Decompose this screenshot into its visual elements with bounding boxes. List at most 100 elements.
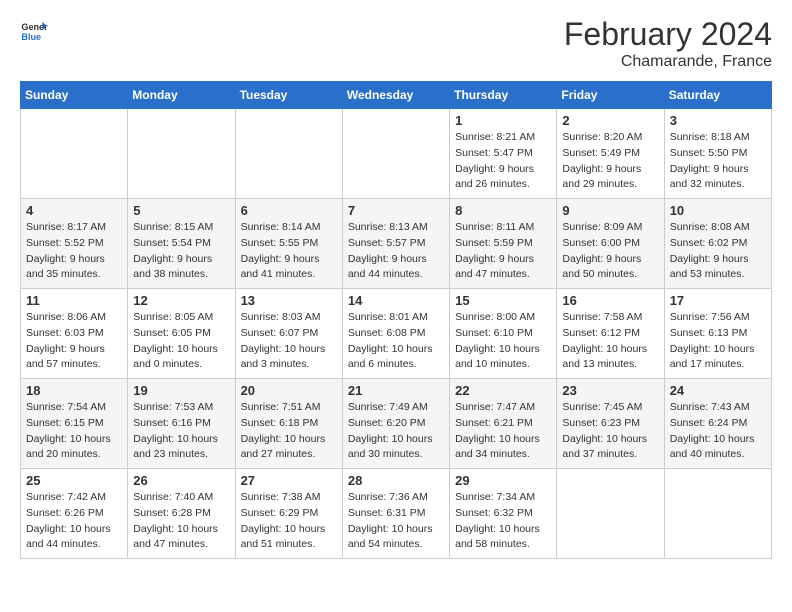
svg-text:Blue: Blue bbox=[21, 32, 41, 42]
calendar-cell: 10 Sunrise: 8:08 AMSunset: 6:02 PMDayligh… bbox=[664, 199, 771, 289]
logo: General Blue bbox=[20, 16, 48, 44]
day-number: 11 bbox=[26, 293, 122, 308]
calendar-cell: 16 Sunrise: 7:58 AMSunset: 6:12 PMDayligh… bbox=[557, 289, 664, 379]
day-info: Sunrise: 8:11 AMSunset: 5:59 PMDaylight:… bbox=[455, 220, 551, 283]
day-info: Sunrise: 8:17 AMSunset: 5:52 PMDaylight:… bbox=[26, 220, 122, 283]
day-info: Sunrise: 8:01 AMSunset: 6:08 PMDaylight:… bbox=[348, 310, 444, 373]
day-info: Sunrise: 7:43 AMSunset: 6:24 PMDaylight:… bbox=[670, 400, 766, 463]
day-info: Sunrise: 7:51 AMSunset: 6:18 PMDaylight:… bbox=[241, 400, 337, 463]
page-header: General Blue February 2024 Chamarande, F… bbox=[20, 16, 772, 71]
calendar-cell: 18 Sunrise: 7:54 AMSunset: 6:15 PMDayligh… bbox=[21, 379, 128, 469]
day-info: Sunrise: 7:49 AMSunset: 6:20 PMDaylight:… bbox=[348, 400, 444, 463]
day-info: Sunrise: 7:58 AMSunset: 6:12 PMDaylight:… bbox=[562, 310, 658, 373]
day-number: 22 bbox=[455, 383, 551, 398]
day-number: 25 bbox=[26, 473, 122, 488]
day-number: 21 bbox=[348, 383, 444, 398]
calendar-cell: 26 Sunrise: 7:40 AMSunset: 6:28 PMDayligh… bbox=[128, 469, 235, 559]
column-header-friday: Friday bbox=[557, 82, 664, 109]
day-info: Sunrise: 7:38 AMSunset: 6:29 PMDaylight:… bbox=[241, 490, 337, 553]
calendar-cell: 3Sunrise: 8:18 AMSunset: 5:50 PMDaylight… bbox=[664, 109, 771, 199]
calendar-cell bbox=[664, 469, 771, 559]
calendar-cell bbox=[128, 109, 235, 199]
day-number: 9 bbox=[562, 203, 658, 218]
day-number: 3 bbox=[670, 113, 766, 128]
day-info: Sunrise: 8:14 AMSunset: 5:55 PMDaylight:… bbox=[241, 220, 337, 283]
calendar-week-row: 25 Sunrise: 7:42 AMSunset: 6:26 PMDayligh… bbox=[21, 469, 772, 559]
calendar-cell bbox=[557, 469, 664, 559]
day-info: Sunrise: 8:06 AMSunset: 6:03 PMDaylight:… bbox=[26, 310, 122, 373]
page-subtitle: Chamarande, France bbox=[564, 53, 772, 71]
calendar-cell: 5 Sunrise: 8:15 AMSunset: 5:54 PMDaylight… bbox=[128, 199, 235, 289]
calendar-cell: 8 Sunrise: 8:11 AMSunset: 5:59 PMDaylight… bbox=[450, 199, 557, 289]
calendar-cell: 13 Sunrise: 8:03 AMSunset: 6:07 PMDayligh… bbox=[235, 289, 342, 379]
day-info: Sunrise: 7:53 AMSunset: 6:16 PMDaylight:… bbox=[133, 400, 229, 463]
day-number: 13 bbox=[241, 293, 337, 308]
day-number: 2 bbox=[562, 113, 658, 128]
calendar-week-row: 11 Sunrise: 8:06 AMSunset: 6:03 PMDayligh… bbox=[21, 289, 772, 379]
calendar-cell: 23 Sunrise: 7:45 AMSunset: 6:23 PMDayligh… bbox=[557, 379, 664, 469]
day-info: Sunrise: 8:09 AMSunset: 6:00 PMDaylight:… bbox=[562, 220, 658, 283]
day-number: 7 bbox=[348, 203, 444, 218]
day-number: 24 bbox=[670, 383, 766, 398]
calendar-cell: 29 Sunrise: 7:34 AMSunset: 6:32 PMDayligh… bbox=[450, 469, 557, 559]
day-info: Sunrise: 7:36 AMSunset: 6:31 PMDaylight:… bbox=[348, 490, 444, 553]
calendar-cell: 22Sunrise: 7:47 AMSunset: 6:21 PMDayligh… bbox=[450, 379, 557, 469]
day-number: 18 bbox=[26, 383, 122, 398]
day-number: 23 bbox=[562, 383, 658, 398]
calendar-cell: 7 Sunrise: 8:13 AMSunset: 5:57 PMDaylight… bbox=[342, 199, 449, 289]
day-info: Sunrise: 7:54 AMSunset: 6:15 PMDaylight:… bbox=[26, 400, 122, 463]
day-number: 5 bbox=[133, 203, 229, 218]
day-info: Sunrise: 8:08 AMSunset: 6:02 PMDaylight:… bbox=[670, 220, 766, 283]
day-info: Sunrise: 8:05 AMSunset: 6:05 PMDaylight:… bbox=[133, 310, 229, 373]
calendar-cell bbox=[21, 109, 128, 199]
day-number: 10 bbox=[670, 203, 766, 218]
calendar-cell: 1 Sunrise: 8:21 AMSunset: 5:47 PMDaylight… bbox=[450, 109, 557, 199]
day-number: 17 bbox=[670, 293, 766, 308]
day-number: 26 bbox=[133, 473, 229, 488]
day-number: 27 bbox=[241, 473, 337, 488]
calendar-cell: 25 Sunrise: 7:42 AMSunset: 6:26 PMDayligh… bbox=[21, 469, 128, 559]
day-info: Sunrise: 7:40 AMSunset: 6:28 PMDaylight:… bbox=[133, 490, 229, 553]
day-number: 1 bbox=[455, 113, 551, 128]
calendar-header-row: SundayMondayTuesdayWednesdayThursdayFrid… bbox=[21, 82, 772, 109]
day-number: 16 bbox=[562, 293, 658, 308]
calendar-cell: 27 Sunrise: 7:38 AMSunset: 6:29 PMDayligh… bbox=[235, 469, 342, 559]
calendar-table: SundayMondayTuesdayWednesdayThursdayFrid… bbox=[20, 81, 772, 559]
day-info: Sunrise: 8:21 AMSunset: 5:47 PMDaylight:… bbox=[455, 130, 551, 193]
day-info: Sunrise: 8:15 AMSunset: 5:54 PMDaylight:… bbox=[133, 220, 229, 283]
day-info: Sunrise: 8:20 AMSunset: 5:49 PMDaylight:… bbox=[562, 130, 658, 193]
calendar-week-row: 18 Sunrise: 7:54 AMSunset: 6:15 PMDayligh… bbox=[21, 379, 772, 469]
calendar-cell: 19 Sunrise: 7:53 AMSunset: 6:16 PMDayligh… bbox=[128, 379, 235, 469]
day-info: Sunrise: 8:03 AMSunset: 6:07 PMDaylight:… bbox=[241, 310, 337, 373]
day-info: Sunrise: 7:56 AMSunset: 6:13 PMDaylight:… bbox=[670, 310, 766, 373]
day-info: Sunrise: 7:45 AMSunset: 6:23 PMDaylight:… bbox=[562, 400, 658, 463]
calendar-cell: 12Sunrise: 8:05 AMSunset: 6:05 PMDayligh… bbox=[128, 289, 235, 379]
day-number: 29 bbox=[455, 473, 551, 488]
calendar-cell: 11 Sunrise: 8:06 AMSunset: 6:03 PMDayligh… bbox=[21, 289, 128, 379]
calendar-week-row: 1 Sunrise: 8:21 AMSunset: 5:47 PMDaylight… bbox=[21, 109, 772, 199]
day-number: 8 bbox=[455, 203, 551, 218]
calendar-cell: 2 Sunrise: 8:20 AMSunset: 5:49 PMDaylight… bbox=[557, 109, 664, 199]
calendar-cell: 28Sunrise: 7:36 AMSunset: 6:31 PMDayligh… bbox=[342, 469, 449, 559]
day-number: 19 bbox=[133, 383, 229, 398]
column-header-tuesday: Tuesday bbox=[235, 82, 342, 109]
calendar-cell: 24 Sunrise: 7:43 AMSunset: 6:24 PMDayligh… bbox=[664, 379, 771, 469]
calendar-cell: 20 Sunrise: 7:51 AMSunset: 6:18 PMDayligh… bbox=[235, 379, 342, 469]
column-header-thursday: Thursday bbox=[450, 82, 557, 109]
calendar-week-row: 4 Sunrise: 8:17 AMSunset: 5:52 PMDaylight… bbox=[21, 199, 772, 289]
logo-icon: General Blue bbox=[20, 16, 48, 44]
day-info: Sunrise: 8:13 AMSunset: 5:57 PMDaylight:… bbox=[348, 220, 444, 283]
calendar-cell bbox=[235, 109, 342, 199]
day-number: 4 bbox=[26, 203, 122, 218]
day-info: Sunrise: 7:34 AMSunset: 6:32 PMDaylight:… bbox=[455, 490, 551, 553]
page-title: February 2024 bbox=[564, 16, 772, 53]
calendar-cell: 21 Sunrise: 7:49 AMSunset: 6:20 PMDayligh… bbox=[342, 379, 449, 469]
day-info: Sunrise: 7:42 AMSunset: 6:26 PMDaylight:… bbox=[26, 490, 122, 553]
calendar-cell: 15Sunrise: 8:00 AMSunset: 6:10 PMDayligh… bbox=[450, 289, 557, 379]
day-number: 14 bbox=[348, 293, 444, 308]
calendar-cell: 14 Sunrise: 8:01 AMSunset: 6:08 PMDayligh… bbox=[342, 289, 449, 379]
day-number: 6 bbox=[241, 203, 337, 218]
calendar-cell bbox=[342, 109, 449, 199]
calendar-cell: 6 Sunrise: 8:14 AMSunset: 5:55 PMDaylight… bbox=[235, 199, 342, 289]
day-number: 20 bbox=[241, 383, 337, 398]
